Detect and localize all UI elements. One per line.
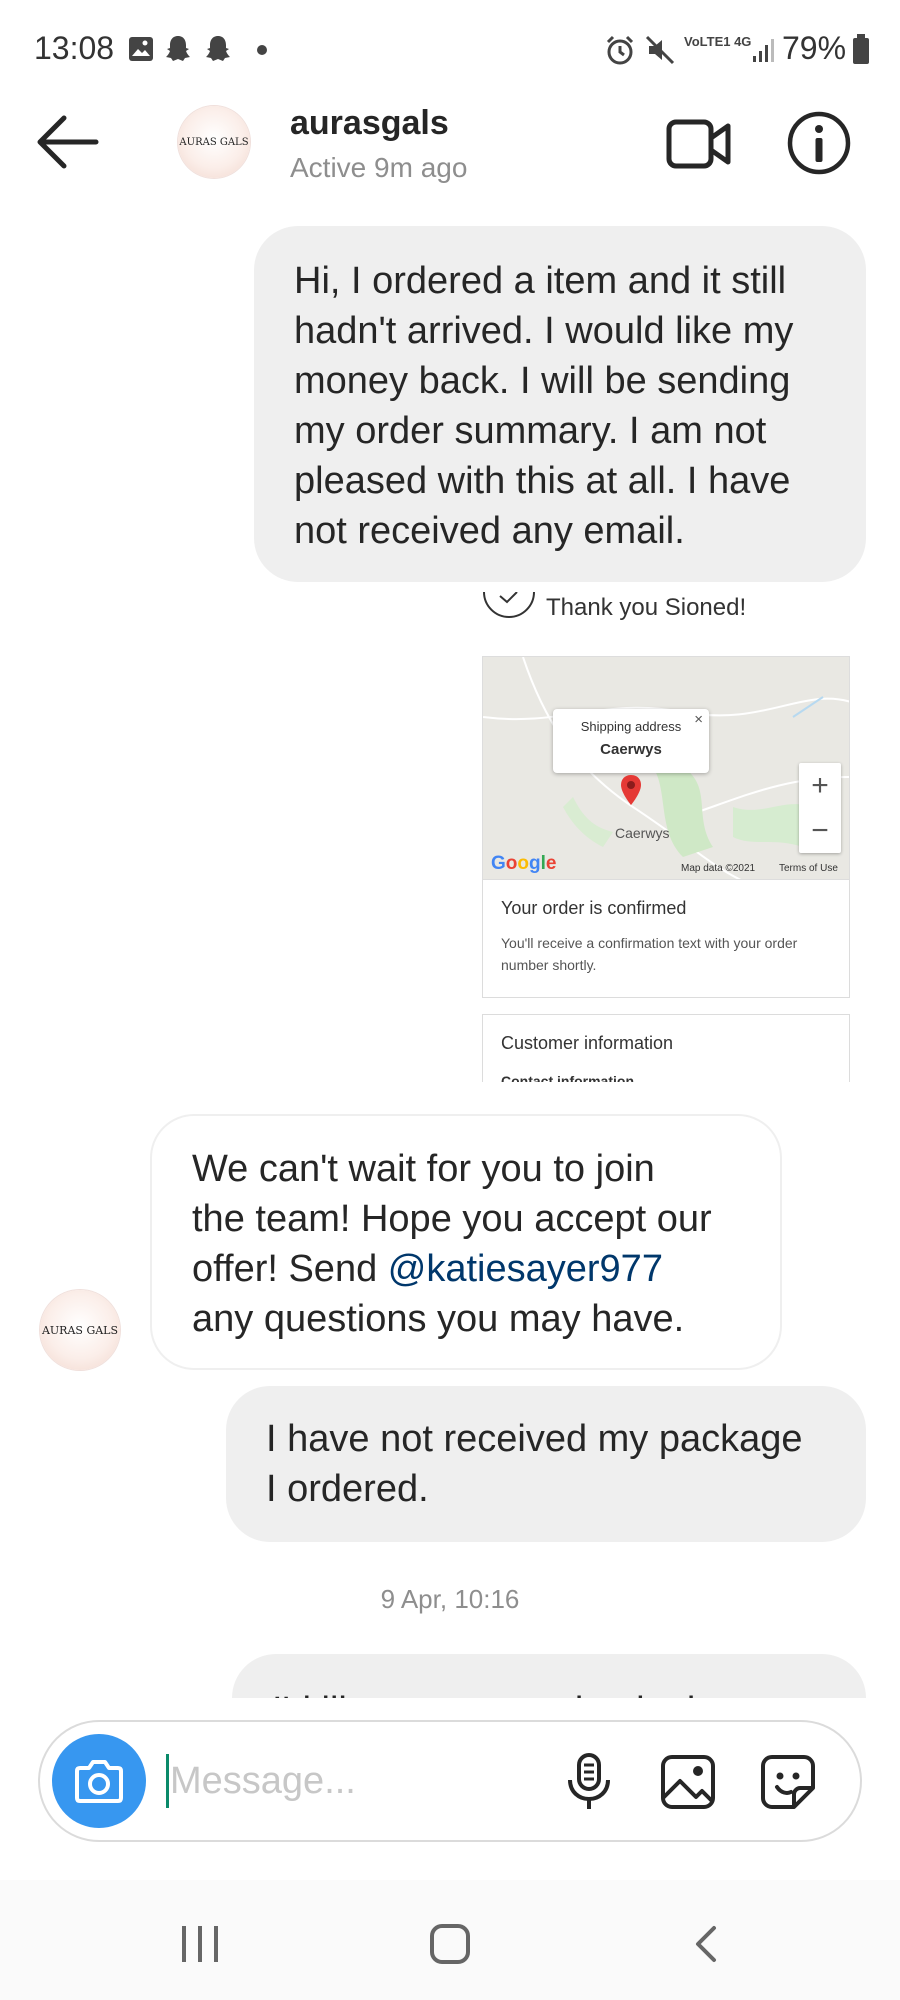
message-text: offer! Send [192,1248,388,1290]
message-line: any questions you may have. [192,1298,685,1340]
message-line: money back. I will be sending [294,360,791,402]
snapchat-notification-icon-2 [206,36,230,61]
map-town-label: Caerwys [615,825,670,841]
shipping-address-popup: Shipping address Caerwys × [553,709,709,773]
sender-avatar[interactable]: AURAS GALS [40,1290,120,1370]
popup-place: Caerwys [600,741,662,758]
home-icon[interactable] [428,1922,472,1966]
google-logo: Google [491,853,557,874]
customer-info-title: Customer information [501,1033,674,1053]
popup-close-icon: × [694,711,703,728]
video-camera-icon[interactable] [666,114,732,174]
network-type-label: VoLTE1 4G [684,34,752,49]
mention-link[interactable]: @katiesayer977 [388,1248,663,1290]
thanks-row: Thank you Sioned! [482,592,852,650]
shared-order-screenshot[interactable]: Thank you Sioned! Shipping address Caerw… [482,592,852,1082]
check-circle-icon [483,592,535,618]
more-notifications-dot-icon [257,45,267,55]
zoom-in-icon: + [811,769,829,802]
message-line: I have not received my package [266,1418,803,1460]
message-line: not received any email. [294,510,685,552]
camera-button[interactable] [52,1734,146,1828]
status-time: 13:08 [34,30,115,66]
customer-info-card: Customer information Contact information [482,1014,850,1082]
shipping-map: Shipping address Caerwys × Caerwys + − G… [482,656,850,880]
message-line: my order summary. I am not [294,410,767,452]
map-terms-link: Terms of Use [779,863,838,874]
gallery-notification-icon [129,37,153,61]
back-nav-icon[interactable] [690,1924,720,1964]
sticker-icon[interactable] [760,1754,816,1810]
gallery-icon[interactable] [660,1754,716,1810]
alarm-icon [606,35,634,65]
message-timestamp: 9 Apr, 10:16 [380,1584,520,1614]
outgoing-message-bubble[interactable]: I have not received my package I ordered… [226,1386,866,1542]
microphone-icon[interactable] [562,1752,616,1812]
recent-apps-icon[interactable] [178,1924,222,1964]
incoming-message-bubble[interactable]: We can't wait for you to join the team! … [150,1114,782,1370]
message-input[interactable] [170,1752,550,1810]
order-confirmed-card: Your order is confirmed You'll receive a… [482,880,850,998]
popup-title: Shipping address [580,719,682,734]
info-icon[interactable] [786,110,852,176]
thanks-text: Thank you Sioned! [546,594,747,621]
android-nav-bar [0,1880,900,2000]
header-username[interactable]: aurasgals [290,104,449,143]
status-bar: 13:08 VoLTE1 4G 79% [0,0,900,100]
text-cursor [166,1754,169,1808]
message-line: We can't wait for you to join [192,1148,655,1190]
order-confirmed-title: Your order is confirmed [501,898,687,918]
camera-icon [75,1760,123,1803]
message-line: I ordered. [266,1468,429,1510]
zoom-out-icon: − [811,814,829,847]
message-line: offer! Send @katiesayer977 [192,1244,750,1294]
map-data-credit: Map data ©2021 [681,863,756,874]
map-pin-icon [621,775,641,805]
message-line: hadn't arrived. I would like my [294,310,794,352]
map-zoom-controls: + − [799,763,841,853]
signal-icon [753,39,774,62]
message-line: Hi, I ordered a item and it still [294,260,787,302]
back-arrow-icon[interactable] [36,112,100,172]
order-confirmed-text: You'll receive a confirmation text with … [501,935,798,973]
message-line: the team! Hope you accept our [192,1198,712,1240]
snapchat-notification-icon [166,36,190,61]
header-avatar[interactable]: AURAS GALS [178,106,250,178]
outgoing-message-bubble[interactable]: Hi, I ordered a item and it still hadn't… [254,226,866,582]
contact-info-label: Contact information [501,1073,634,1082]
mute-icon [645,35,675,65]
message-line: pleased with this at all. I have [294,460,791,502]
header-active-status: Active 9m ago [290,152,468,183]
battery-icon [853,34,869,64]
battery-percent: 79% [782,30,847,66]
